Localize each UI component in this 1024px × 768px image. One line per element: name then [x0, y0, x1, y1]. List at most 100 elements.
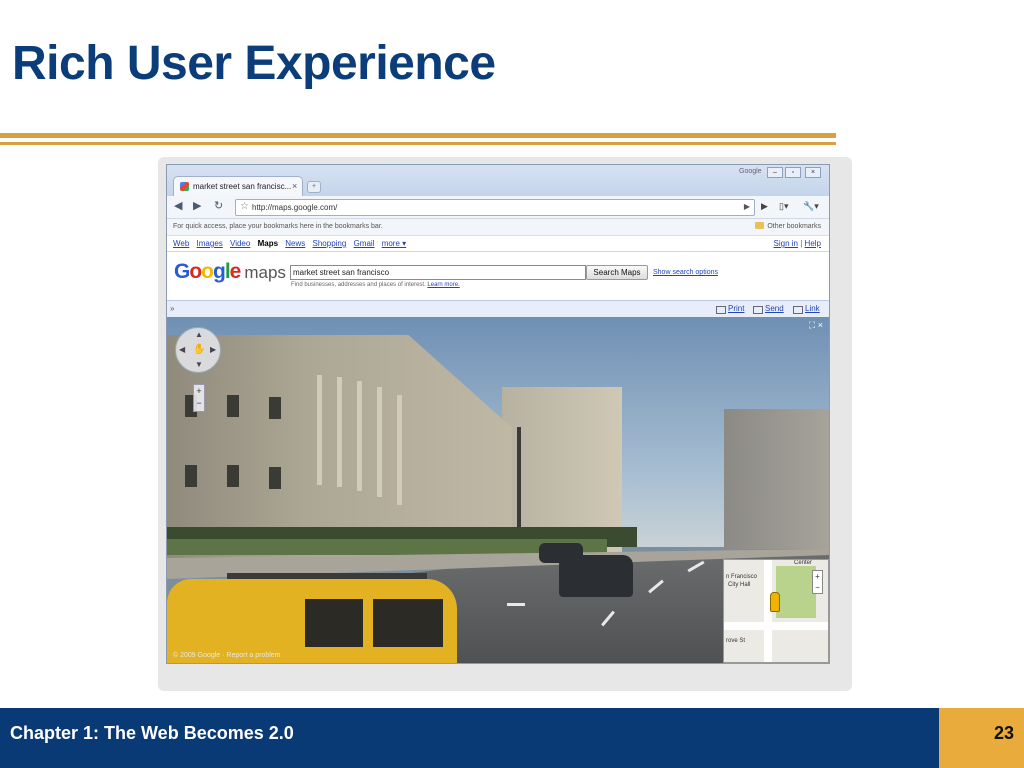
browser-tab[interactable]: market street san francisc... ×: [173, 176, 303, 197]
minimap-road: [724, 622, 828, 630]
nav-link-video[interactable]: Video: [230, 239, 250, 248]
go-arrow-icon[interactable]: ▶: [744, 202, 750, 211]
pan-control[interactable]: ▲ ◀ ▶ ▼ ✋: [175, 327, 221, 373]
forward-arrow-icon[interactable]: ▶: [193, 200, 201, 212]
help-link[interactable]: Help: [805, 239, 821, 248]
search-maps-button[interactable]: Search Maps: [586, 265, 648, 280]
maps-search-input[interactable]: [290, 265, 586, 280]
hand-icon: ✋: [193, 344, 206, 355]
building-column: [397, 395, 402, 505]
sign-in-link[interactable]: Sign in: [774, 239, 798, 248]
minimap-label: Center: [794, 560, 813, 566]
expand-panel-icon[interactable]: »: [170, 304, 174, 313]
account-separator: |: [800, 239, 803, 248]
minimap-label: rove St: [726, 638, 746, 644]
google-bar: Web Images Video Maps News Shopping Gmai…: [167, 236, 829, 252]
star-icon[interactable]: ☆: [240, 201, 249, 212]
nav-link-shopping[interactable]: Shopping: [313, 239, 347, 248]
building-window: [269, 397, 281, 419]
google-maps-logo[interactable]: Google maps: [174, 260, 286, 284]
nav-link-maps[interactable]: Maps: [258, 239, 278, 248]
building-column: [337, 377, 342, 487]
back-arrow-icon[interactable]: ◀: [174, 200, 182, 212]
title-divider-bottom: [0, 142, 836, 145]
other-bookmarks-label: Other bookmarks: [767, 223, 821, 230]
minimize-icon[interactable]: –: [767, 167, 783, 178]
street-view-close-icon[interactable]: ×: [818, 320, 823, 330]
minimap[interactable]: n Francisco City Hall rove St Center + −: [723, 559, 829, 663]
building-window: [269, 467, 281, 489]
logo-maps: maps: [244, 263, 286, 282]
pan-left-icon[interactable]: ◀: [179, 345, 185, 354]
zoom-in-icon[interactable]: +: [194, 385, 204, 397]
taxi-window: [305, 599, 363, 647]
page-number: 23: [993, 723, 1014, 743]
nav-link-images[interactable]: Images: [197, 239, 223, 248]
building-column: [357, 381, 362, 491]
nav-link-web[interactable]: Web: [173, 239, 189, 248]
browser-brand: Google: [739, 168, 762, 175]
find-hint-text: Find businesses, addresses and places of…: [291, 282, 426, 288]
other-bookmarks[interactable]: Other bookmarks: [755, 222, 821, 230]
browser-titlebar: market street san francisc... × + Google…: [167, 165, 829, 197]
browser-window: market street san francisc... × + Google…: [166, 164, 830, 664]
lane-marking: [507, 603, 525, 606]
building-column: [317, 375, 322, 485]
address-bar[interactable]: ☆ ▶: [235, 199, 755, 216]
logo-google: Google: [174, 260, 241, 283]
pan-right-icon[interactable]: ▶: [210, 345, 216, 354]
taxi-window: [373, 599, 443, 647]
nav-link-news[interactable]: News: [285, 239, 305, 248]
pegman-icon[interactable]: [770, 592, 780, 612]
minimap-zoom-control[interactable]: + −: [812, 570, 823, 594]
map-link-bar: » Print Send Link: [167, 300, 829, 317]
wrench-icon[interactable]: 🔧▾: [803, 201, 819, 212]
building-window: [227, 395, 239, 417]
title-divider-top: [0, 133, 836, 138]
link-icon[interactable]: [793, 306, 803, 314]
browser-toolbar: ◀ ▶ ↻ ☆ ▶ ▶ ▯▾ 🔧▾: [167, 196, 829, 219]
copyright-notice: © 2009 Google · Report a problem: [173, 652, 281, 659]
folder-icon: [755, 222, 765, 229]
distant-building: [724, 409, 829, 549]
minimap-label: City Hall: [728, 582, 751, 588]
minimap-zoom-out-icon[interactable]: −: [813, 582, 822, 593]
building-window: [227, 465, 239, 487]
print-icon[interactable]: [716, 306, 726, 314]
tab-title: market street san francisc...: [193, 182, 292, 191]
show-search-options-link[interactable]: Show search options: [653, 269, 718, 276]
go-button-icon[interactable]: ▶: [761, 201, 768, 212]
bookmarks-hint: For quick access, place your bookmarks h…: [173, 223, 383, 230]
slide-title: Rich User Experience: [12, 37, 496, 90]
dark-suv: [559, 555, 633, 597]
chapter-title: Chapter 1: The Web Becomes 2.0: [10, 723, 294, 743]
bookmarks-bar: For quick access, place your bookmarks h…: [167, 219, 829, 236]
maximize-icon[interactable]: ▫: [785, 167, 801, 178]
print-link[interactable]: Print: [728, 304, 744, 313]
url-input[interactable]: [252, 201, 732, 213]
send-link[interactable]: Send: [765, 304, 784, 313]
send-icon[interactable]: [753, 306, 763, 314]
building-column: [377, 387, 382, 497]
minimap-label: n Francisco: [726, 574, 758, 580]
street-view-controls: ⛶ ×: [795, 320, 823, 331]
link-link[interactable]: Link: [805, 304, 820, 313]
minimap-zoom-in-icon[interactable]: +: [813, 571, 822, 582]
window-close-icon[interactable]: ×: [805, 167, 821, 178]
account-links: Sign in | Help: [774, 239, 821, 248]
fullscreen-icon[interactable]: ⛶: [809, 320, 815, 330]
street-view-panorama[interactable]: ▲ ◀ ▶ ▼ ✋ + − ⛶ × © 2009 Google · Report…: [167, 317, 829, 663]
tab-close-icon[interactable]: ×: [292, 181, 297, 191]
nav-link-more[interactable]: more ▾: [382, 239, 406, 248]
page-menu-icon[interactable]: ▯▾: [779, 201, 788, 212]
search-hint: Find businesses, addresses and places of…: [291, 282, 460, 288]
building-window: [185, 465, 197, 487]
nav-link-gmail[interactable]: Gmail: [354, 239, 375, 248]
zoom-control[interactable]: + −: [193, 384, 205, 412]
pan-down-icon[interactable]: ▼: [195, 360, 203, 369]
reload-icon[interactable]: ↻: [214, 200, 223, 212]
zoom-out-icon[interactable]: −: [194, 397, 204, 409]
new-tab-button[interactable]: +: [307, 181, 321, 193]
learn-more-link[interactable]: Learn more.: [427, 282, 459, 288]
pan-up-icon[interactable]: ▲: [195, 330, 203, 339]
